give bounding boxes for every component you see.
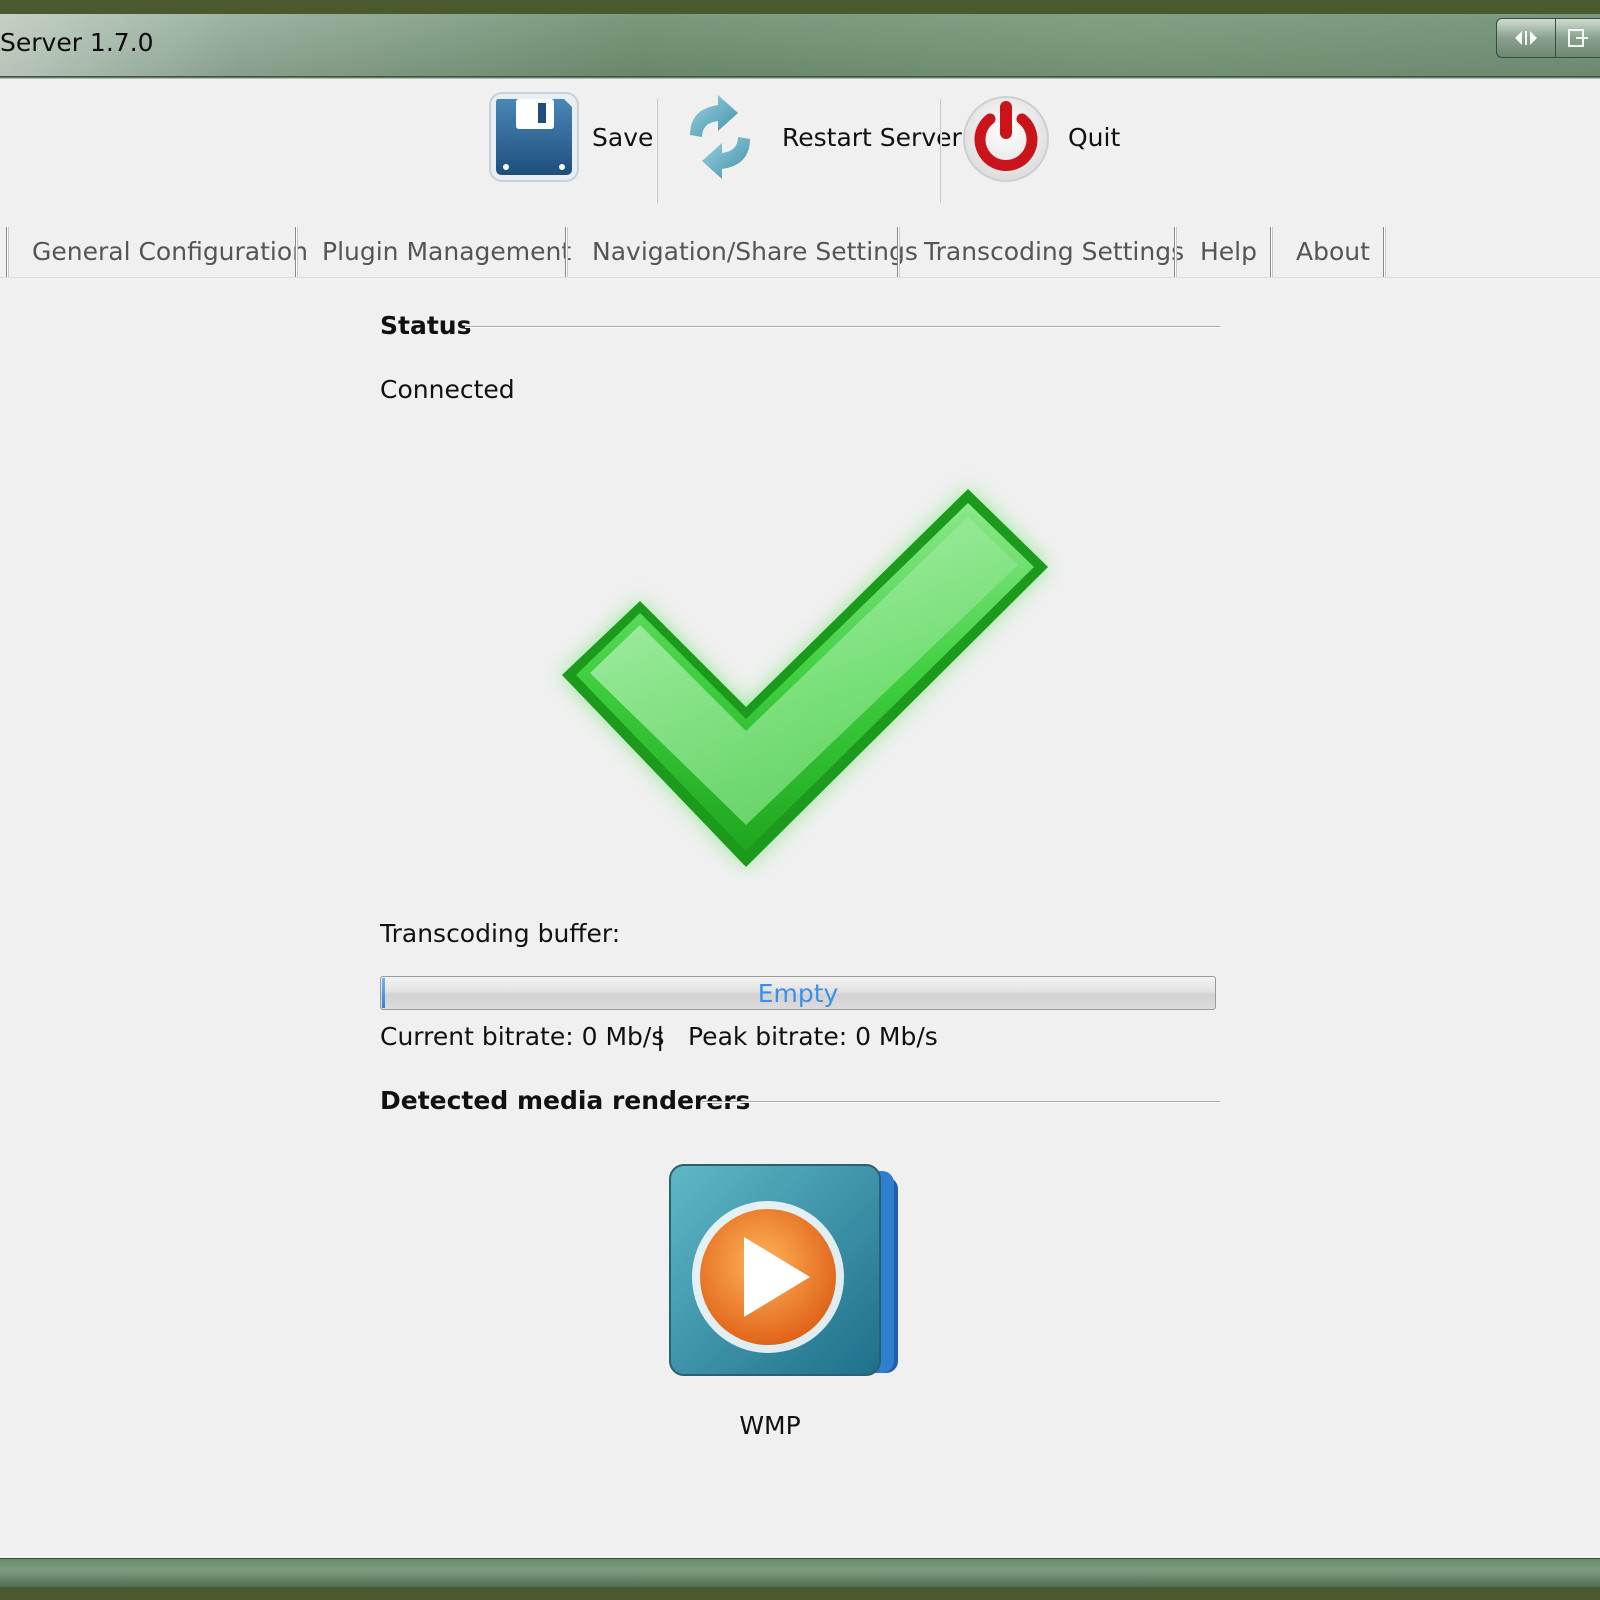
- restart-server-button[interactable]: Restart Server: [676, 89, 962, 185]
- tab-help[interactable]: Help: [1200, 227, 1257, 275]
- quit-button[interactable]: Quit: [960, 89, 1120, 185]
- tab-bar: General Configuration Plugin Management …: [0, 227, 1600, 278]
- save-button[interactable]: Save: [486, 89, 653, 185]
- client-area: Save Restart Server Quit General Configu…: [0, 78, 1600, 1573]
- restart-server-label: Restart Server: [782, 122, 962, 152]
- toolbar-separator: [940, 99, 942, 203]
- tab-about[interactable]: About: [1296, 227, 1370, 275]
- tab-divider: [1270, 227, 1273, 277]
- tab-divider: [6, 227, 9, 277]
- window-controls: [1496, 18, 1600, 58]
- tab-navigation-share-settings[interactable]: Navigation/Share Settings: [592, 227, 918, 275]
- power-icon: [963, 96, 1049, 182]
- exit-icon[interactable]: [1556, 19, 1600, 57]
- refresh-icon: [690, 95, 750, 179]
- status-heading-text: Status: [380, 311, 472, 340]
- checkmark-icon: [562, 489, 1048, 867]
- current-bitrate: Current bitrate: 0 Mb/s: [380, 1022, 665, 1051]
- window-bottom-frame: [0, 1558, 1600, 1587]
- tab-divider: [295, 227, 298, 277]
- tab-divider: [1383, 227, 1386, 277]
- renderers-heading: Detected media renderers: [380, 1086, 750, 1115]
- tab-divider: [897, 227, 900, 277]
- transcoding-buffer-label: Transcoding buffer:: [380, 919, 621, 948]
- status-value: Connected: [380, 375, 515, 404]
- app-window: Server 1.7.0 Save Restart Server Quit Ge…: [0, 14, 1600, 1587]
- save-icon: [489, 92, 579, 182]
- quit-label: Quit: [1068, 122, 1121, 152]
- title-bar[interactable]: Server 1.7.0: [0, 14, 1600, 77]
- tab-divider: [1174, 227, 1177, 277]
- status-rule: [465, 326, 1220, 327]
- tab-transcoding-settings[interactable]: Transcoding Settings: [924, 227, 1184, 275]
- transcoding-buffer-text: Empty: [757, 978, 839, 1008]
- peak-bitrate: Peak bitrate: 0 Mb/s: [688, 1022, 938, 1051]
- renderers-rule: [702, 1101, 1220, 1102]
- bitrate-separator: |: [656, 1022, 665, 1051]
- toolbar: Save Restart Server Quit: [0, 79, 1600, 203]
- status-heading: Status: [380, 311, 471, 340]
- renderer-item[interactable]: WMP: [660, 1159, 920, 1459]
- tab-general-configuration[interactable]: General Configuration: [32, 227, 308, 275]
- wmp-icon: [669, 1164, 898, 1376]
- tab-plugin-management[interactable]: Plugin Management: [322, 227, 571, 275]
- window-title: Server 1.7.0: [0, 28, 154, 57]
- transcoding-buffer-progress: Empty: [380, 976, 1216, 1010]
- renderer-label-wmp: WMP: [739, 1411, 801, 1440]
- tab-divider: [565, 227, 568, 277]
- renderers-heading-text: Detected media renderers: [380, 1086, 751, 1115]
- save-label: Save: [592, 122, 654, 152]
- restore-icon[interactable]: [1497, 19, 1556, 57]
- toolbar-separator: [657, 99, 659, 203]
